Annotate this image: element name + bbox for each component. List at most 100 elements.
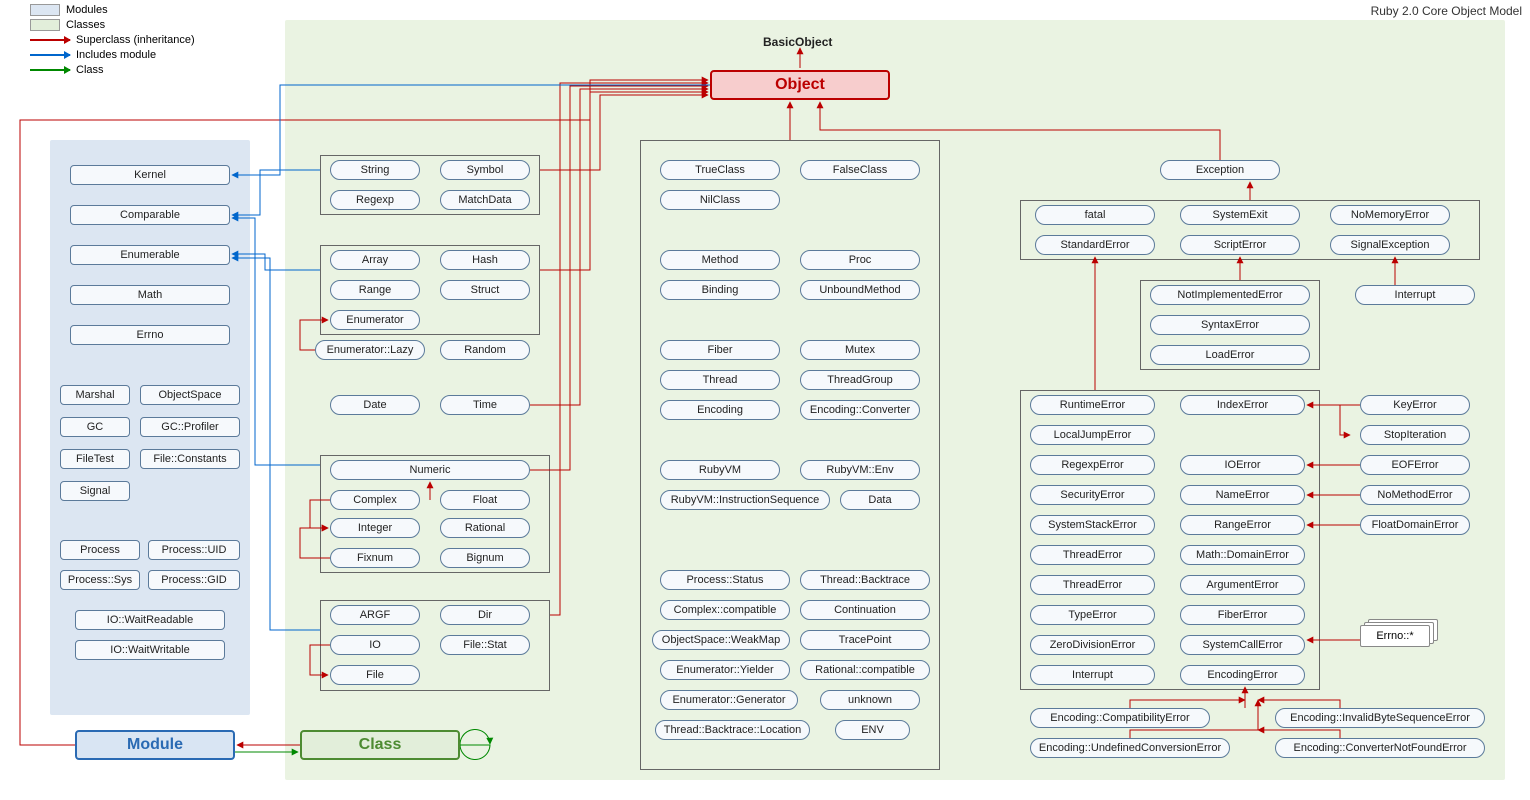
node-iowaitw: IO::WaitWritable (75, 640, 225, 660)
legend-includes: Includes module (76, 49, 156, 61)
node-rationalcompat: Rational::compatible (800, 660, 930, 680)
node-filestat: File::Stat (440, 635, 530, 655)
node-securityerror: SecurityError (1030, 485, 1155, 505)
node-fixnum: Fixnum (330, 548, 420, 568)
node-thread: Thread (660, 370, 780, 390)
diagram-canvas: Ruby 2.0 Core Object Model Modules Class… (0, 0, 1530, 800)
node-complexcompat: Complex::compatible (660, 600, 790, 620)
node-gcprofiler: GC::Profiler (140, 417, 240, 437)
node-threaderror: ThreadError (1030, 545, 1155, 565)
node-encundef: Encoding::UndefinedConversionError (1030, 738, 1230, 758)
node-fiber: Fiber (660, 340, 780, 360)
legend-superclass: Superclass (inheritance) (76, 34, 195, 46)
node-encconverter: Encoding::Converter (800, 400, 920, 420)
node-basic-object: BasicObject (755, 32, 840, 52)
node-string: String (330, 160, 420, 180)
node-matchdata: MatchData (440, 190, 530, 210)
node-enumerable: Enumerable (70, 245, 230, 265)
node-module: Module (75, 730, 235, 760)
node-threadbtloc: Thread::Backtrace::Location (655, 720, 810, 740)
node-filetest: FileTest (60, 449, 130, 469)
node-processsys: Process::Sys (60, 570, 140, 590)
node-floatdomain: FloatDomainError (1360, 515, 1470, 535)
node-runtimeerror: RuntimeError (1030, 395, 1155, 415)
node-fileconstants: File::Constants (140, 449, 240, 469)
node-rubyvmis: RubyVM::InstructionSequence (660, 490, 830, 510)
node-systemcallerror: SystemCallError (1180, 635, 1305, 655)
node-threaderror2: ThreadError (1030, 575, 1155, 595)
legend-classes: Classes (66, 19, 105, 31)
node-processstatus: Process::Status (660, 570, 790, 590)
node-zerodivision: ZeroDivisionError (1030, 635, 1155, 655)
node-encodingerror: EncodingError (1180, 665, 1305, 685)
node-unknown: unknown (820, 690, 920, 710)
node-regexp: Regexp (330, 190, 420, 210)
node-integer: Integer (330, 518, 420, 538)
node-date: Date (330, 395, 420, 415)
node-array: Array (330, 250, 420, 270)
node-continuation: Continuation (800, 600, 930, 620)
node-standarderror: StandardError (1035, 235, 1155, 255)
node-encoding: Encoding (660, 400, 780, 420)
node-kernel: Kernel (70, 165, 230, 185)
node-numeric: Numeric (330, 460, 530, 480)
node-enccompat: Encoding::CompatibilityError (1030, 708, 1210, 728)
node-argumenterror: ArgumentError (1180, 575, 1305, 595)
node-loaderror: LoadError (1150, 345, 1310, 365)
node-nomemory: NoMemoryError (1330, 205, 1450, 225)
node-time: Time (440, 395, 530, 415)
node-interrupt: Interrupt (1355, 285, 1475, 305)
node-stopiteration: StopIteration (1360, 425, 1470, 445)
node-rubyvmenv: RubyVM::Env (800, 460, 920, 480)
node-mutex: Mutex (800, 340, 920, 360)
node-dir: Dir (440, 605, 530, 625)
node-bignum: Bignum (440, 548, 530, 568)
node-marshal: Marshal (60, 385, 130, 405)
node-argf: ARGF (330, 605, 420, 625)
node-data: Data (840, 490, 920, 510)
node-iowaitr: IO::WaitReadable (75, 610, 225, 630)
node-nomethod: NoMethodError (1360, 485, 1470, 505)
node-objectspace: ObjectSpace (140, 385, 240, 405)
legend-swatch-classes (30, 19, 60, 31)
node-scripterror: ScriptError (1180, 235, 1300, 255)
node-nilclass: NilClass (660, 190, 780, 210)
node-falseclass: FalseClass (800, 160, 920, 180)
node-notimplemented: NotImplementedError (1150, 285, 1310, 305)
node-interrupt2: Interrupt (1030, 665, 1155, 685)
node-localjump: LocalJumpError (1030, 425, 1155, 445)
node-eoferror: EOFError (1360, 455, 1470, 475)
legend-arrow-class (30, 69, 70, 71)
node-encconvnf: Encoding::ConverterNotFoundError (1275, 738, 1485, 758)
node-mathdomain: Math::DomainError (1180, 545, 1305, 565)
node-rangeerror: RangeError (1180, 515, 1305, 535)
legend-arrow-superclass (30, 39, 70, 41)
node-regexperror: RegexpError (1030, 455, 1155, 475)
node-errno: Errno (70, 325, 230, 345)
node-threadgroup: ThreadGroup (800, 370, 920, 390)
legend-modules: Modules (66, 4, 108, 16)
node-osweakmap: ObjectSpace::WeakMap (652, 630, 790, 650)
node-nameerror: NameError (1180, 485, 1305, 505)
diagram-title: Ruby 2.0 Core Object Model (1371, 4, 1522, 18)
node-file: File (330, 665, 420, 685)
node-enumgenerator: Enumerator::Generator (660, 690, 798, 710)
node-tracepoint: TracePoint (800, 630, 930, 650)
node-signalexception: SignalException (1330, 235, 1450, 255)
node-indexerror: IndexError (1180, 395, 1305, 415)
node-symbol: Symbol (440, 160, 530, 180)
node-systemexit: SystemExit (1180, 205, 1300, 225)
node-method: Method (660, 250, 780, 270)
node-random: Random (440, 340, 530, 360)
node-typeerror: TypeError (1030, 605, 1155, 625)
node-range: Range (330, 280, 420, 300)
legend-swatch-modules (30, 4, 60, 16)
node-processuid: Process::UID (148, 540, 240, 560)
node-keyerror: KeyError (1360, 395, 1470, 415)
node-fatal: fatal (1035, 205, 1155, 225)
node-io: IO (330, 635, 420, 655)
node-enumyielder: Enumerator::Yielder (660, 660, 790, 680)
node-hash: Hash (440, 250, 530, 270)
node-rational: Rational (440, 518, 530, 538)
node-fibererror: FiberError (1180, 605, 1305, 625)
